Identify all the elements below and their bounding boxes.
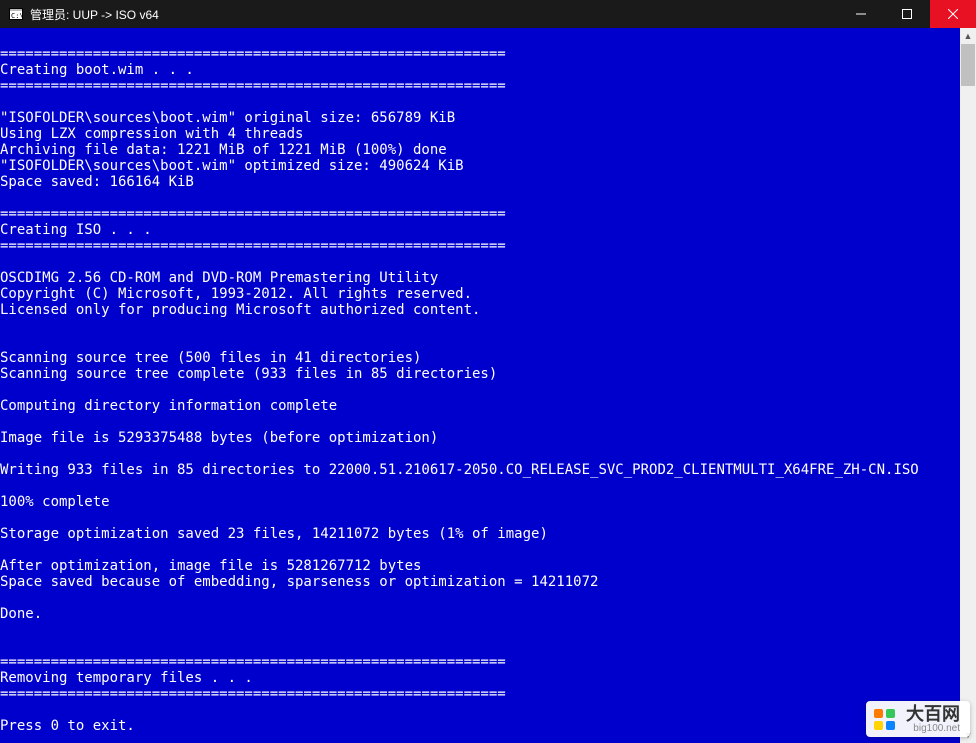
window-title: 管理员: UUP -> ISO v64 [30, 6, 838, 23]
minimize-button[interactable] [838, 0, 884, 28]
watermark-subtitle: big100.net [906, 723, 960, 735]
scroll-thumb[interactable] [961, 44, 975, 86]
window-titlebar: C:\ 管理员: UUP -> ISO v64 [0, 0, 976, 28]
svg-text:C:\: C:\ [11, 12, 23, 20]
console-area: ========================================… [0, 28, 976, 743]
watermark-badge: 大百网 big100.net [866, 701, 970, 737]
console-output[interactable]: ========================================… [0, 28, 960, 743]
maximize-button[interactable] [884, 0, 930, 28]
scroll-up-arrow[interactable]: ▲ [960, 28, 976, 44]
vertical-scrollbar[interactable]: ▲ ▼ [960, 28, 976, 743]
window-controls [838, 0, 976, 28]
watermark-logo-icon [872, 707, 898, 733]
close-button[interactable] [930, 0, 976, 28]
watermark-title: 大百网 [906, 705, 960, 723]
cmd-icon: C:\ [8, 6, 24, 22]
